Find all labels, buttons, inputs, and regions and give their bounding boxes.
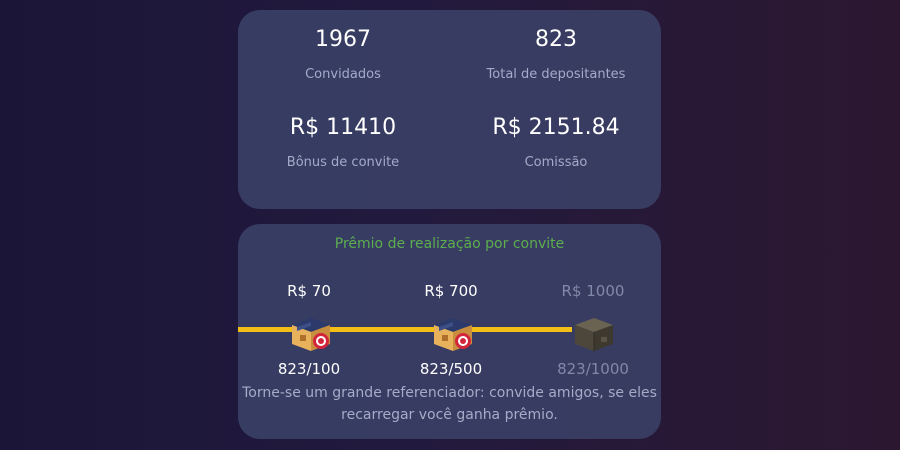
stat-invited: 1967 Convidados	[243, 27, 443, 83]
stat-label: Bônus de convite	[286, 155, 400, 170]
stat-bonus: R$ 11410 Bônus de convite	[243, 115, 443, 171]
chest-reward-icon[interactable]	[288, 311, 334, 353]
achievements-description: Torne-se um grande referenciador: convid…	[242, 385, 657, 423]
stat-commission: R$ 2151.84 Comissão	[456, 115, 656, 171]
stat-value: 823	[535, 27, 577, 52]
milestone-2-count: 823/500	[419, 360, 483, 378]
stat-label: Comissão	[524, 155, 588, 170]
stats-card: 1967 Convidados 823 Total de depositante…	[238, 10, 661, 209]
achievements-card: Prêmio de realização por convite R$ 70 8…	[238, 224, 661, 439]
milestone-3-reward: R$ 1000	[561, 282, 625, 300]
stat-depositors: 823 Total de depositantes	[456, 27, 656, 83]
stat-label: Convidados	[305, 67, 381, 82]
stat-value: R$ 2151.84	[492, 115, 620, 140]
achievements-title: Prêmio de realização por convite	[334, 236, 565, 252]
stat-label: Total de depositantes	[486, 67, 626, 82]
milestone-1-reward: R$ 70	[287, 282, 331, 300]
chest-reward-icon[interactable]	[430, 311, 476, 353]
milestone-1-count: 823/100	[277, 360, 341, 378]
stat-value: 1967	[315, 27, 371, 52]
milestone-2-reward: R$ 700	[424, 282, 478, 300]
box-locked-icon[interactable]	[571, 311, 617, 353]
stat-value: R$ 11410	[289, 115, 397, 140]
milestone-3-count: 823/1000	[557, 360, 629, 378]
